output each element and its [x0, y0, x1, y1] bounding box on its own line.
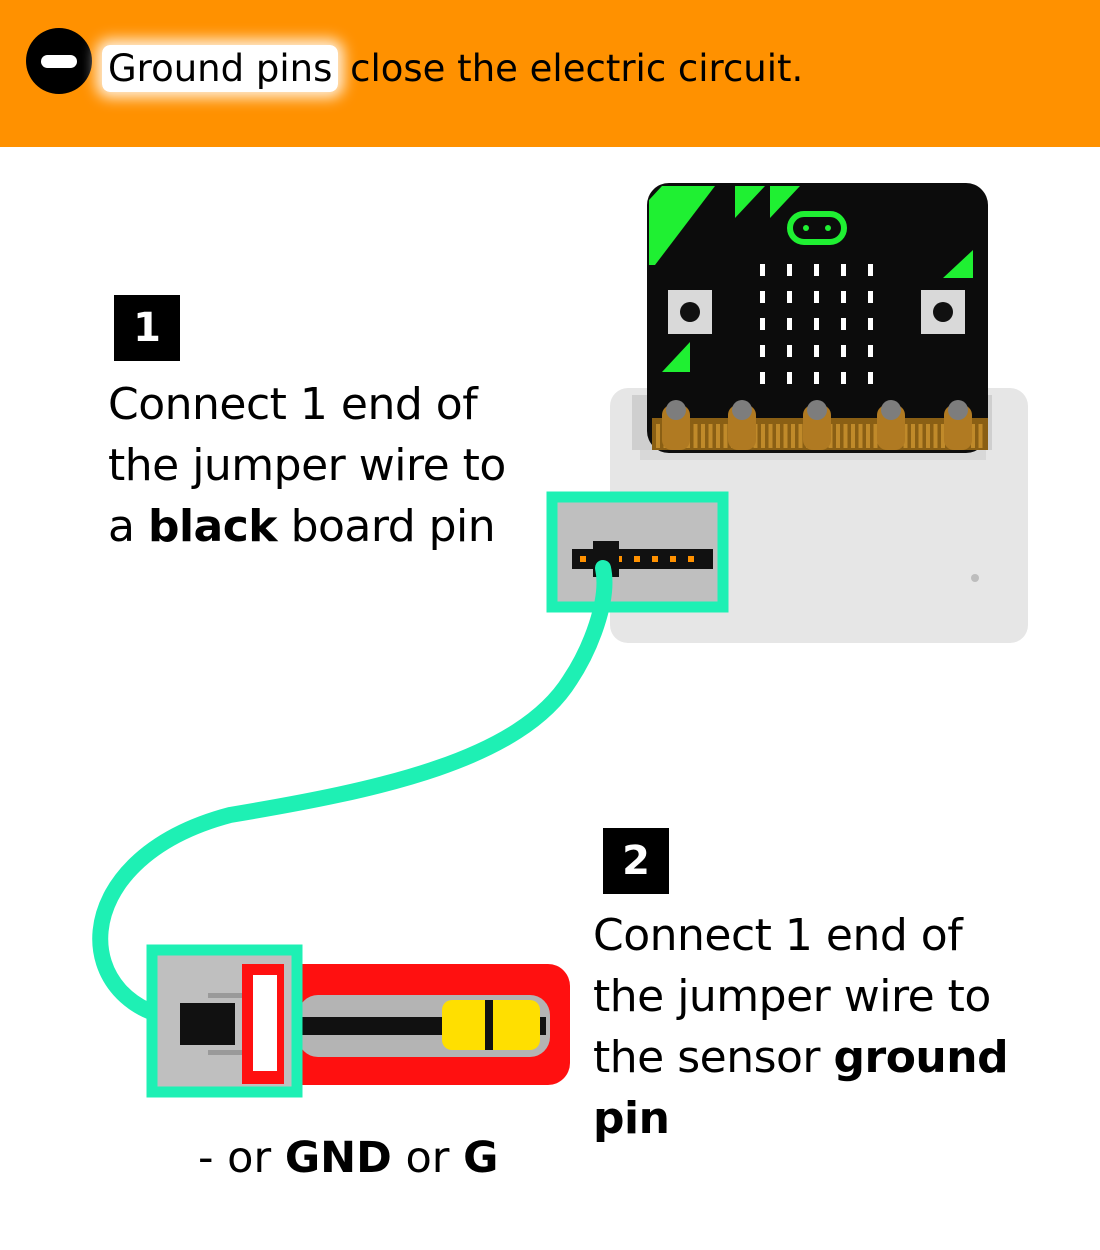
led-dot — [814, 345, 819, 357]
step-1-line-3: a black board pin — [108, 496, 506, 557]
step-2-badge: 2 — [603, 828, 669, 894]
led-dot — [868, 291, 873, 303]
led-dot — [760, 291, 765, 303]
led-dot — [814, 291, 819, 303]
led-dot — [868, 345, 873, 357]
button-b — [921, 290, 965, 334]
led-dot — [868, 372, 873, 384]
caption-g: G — [463, 1133, 499, 1183]
step-2-line-2: the jumper wire to — [593, 971, 991, 1022]
step-1-line-3-pre: a — [108, 501, 148, 552]
step-2-line-3-pre: the sensor — [593, 1032, 834, 1083]
led-dot — [760, 372, 765, 384]
led-dot — [787, 318, 792, 330]
header-pin — [580, 556, 586, 562]
header-pin — [670, 556, 676, 562]
step-1-line-2: the jumper wire to — [108, 440, 506, 491]
led-dot — [841, 318, 846, 330]
caption-pre: - or — [198, 1133, 285, 1183]
led-dot — [841, 372, 846, 384]
step-2-line-3: the sensor ground — [593, 1027, 1009, 1088]
led-dot — [814, 372, 819, 384]
header-pin — [652, 556, 658, 562]
step-2-emphasis: ground — [833, 1032, 1009, 1083]
button-a — [668, 290, 712, 334]
led-dot — [760, 318, 765, 330]
step-1-line-3-post: board pin — [277, 501, 496, 552]
led-dot — [787, 291, 792, 303]
led-dot — [841, 264, 846, 276]
microbit-board — [647, 183, 988, 453]
pin-label-caption: - or GND or G — [198, 1130, 498, 1186]
sensor-ground-pin — [146, 944, 303, 1098]
caption-mid: or — [391, 1133, 464, 1183]
step-2-line-1: Connect 1 end of — [593, 910, 963, 961]
led-dot — [814, 318, 819, 330]
header-pin — [634, 556, 640, 562]
step-1-emphasis: black — [147, 501, 278, 552]
header-pin — [688, 556, 694, 562]
led-dot — [868, 318, 873, 330]
step-2-line-4: pin — [593, 1088, 1008, 1149]
led-dot — [787, 345, 792, 357]
led-dot — [760, 345, 765, 357]
board-pin-header — [546, 491, 729, 613]
step-1-badge: 1 — [114, 295, 180, 361]
step-2-instructions: Connect 1 end of the jumper wire to the … — [593, 905, 1009, 1149]
caption-gnd: GND — [284, 1133, 392, 1183]
led-dot — [787, 372, 792, 384]
led-dot — [760, 264, 765, 276]
led-dot — [841, 345, 846, 357]
step-1-line-1: Connect 1 end of — [108, 379, 478, 430]
led-dot — [787, 264, 792, 276]
led-dot — [814, 264, 819, 276]
led-dot — [841, 291, 846, 303]
resistor — [442, 1000, 540, 1050]
led-dot — [868, 264, 873, 276]
step-1-instructions: Connect 1 end of the jumper wire to a bl… — [108, 374, 506, 557]
step-2-emphasis-pin: pin — [593, 1093, 670, 1144]
